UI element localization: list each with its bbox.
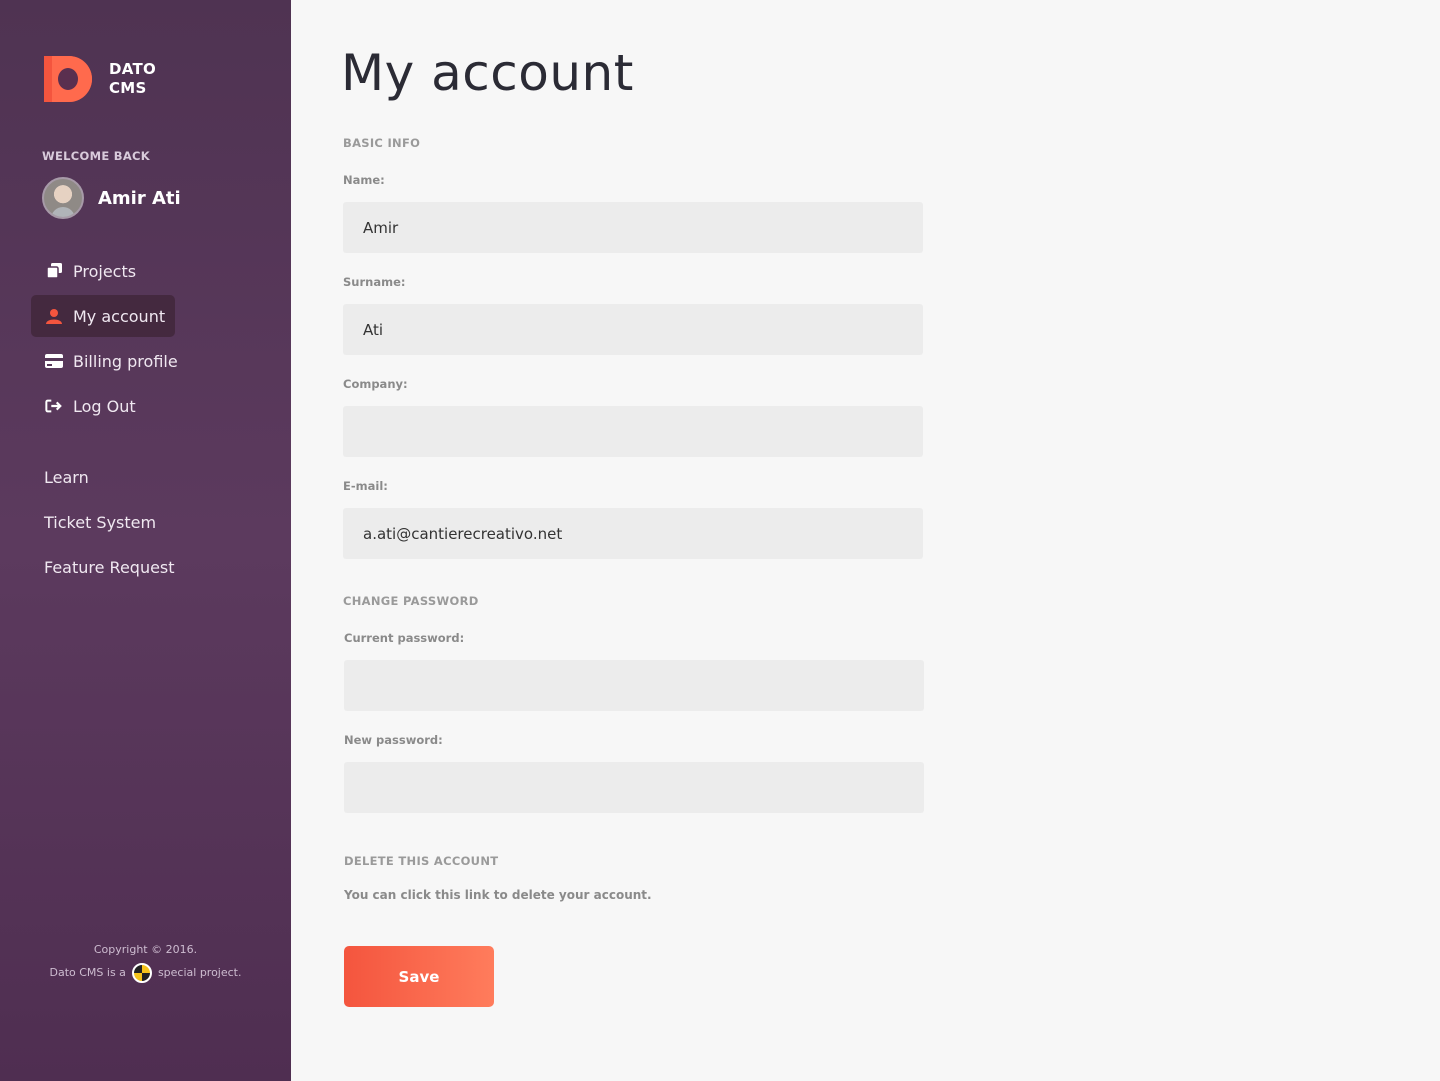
credit-card-icon — [45, 352, 63, 370]
nav-item-projects[interactable]: Projects — [31, 250, 175, 292]
page-title: My account — [341, 44, 634, 102]
link-feature-request[interactable]: Feature Request — [44, 555, 175, 600]
brand-line-2: CMS — [109, 79, 147, 97]
welcome-label: WELCOME BACK — [42, 149, 151, 163]
name-field[interactable] — [343, 202, 923, 253]
nav-item-log-out[interactable]: Log Out — [31, 385, 175, 427]
copyright-text: Copyright © 2016. — [93, 943, 198, 956]
user-icon — [45, 307, 63, 325]
section-delete-account: DELETE THIS ACCOUNT — [344, 854, 499, 868]
current-password-field[interactable] — [344, 660, 924, 711]
sidebar-nav: Projects My account Billing profile Log … — [31, 250, 231, 430]
name-label: Name: — [343, 173, 385, 187]
save-button[interactable]: Save — [344, 946, 494, 1007]
link-learn[interactable]: Learn — [44, 465, 175, 510]
new-password-label: New password: — [344, 733, 443, 747]
nav-item-billing-profile[interactable]: Billing profile — [31, 340, 178, 382]
cantiere-creativo-logo-icon[interactable] — [131, 963, 152, 983]
footer-text-post: special project. — [157, 966, 242, 979]
section-change-password: CHANGE PASSWORD — [343, 594, 479, 608]
logo[interactable]: DATO CMS — [44, 56, 156, 102]
brand-name: DATO CMS — [109, 60, 156, 98]
nav-item-label: My account — [73, 306, 166, 326]
surname-label: Surname: — [343, 275, 406, 289]
sidebar: DATO CMS WELCOME BACK Amir Ati Projects … — [0, 0, 291, 1081]
special-project-line: Dato CMS is a special project. — [0, 961, 291, 984]
new-password-field[interactable] — [344, 762, 924, 813]
surname-field[interactable] — [343, 304, 923, 355]
sidebar-footer: Copyright © 2016. Dato CMS is a special p… — [0, 938, 291, 984]
nav-item-my-account[interactable]: My account — [31, 295, 175, 337]
nav-item-label: Log Out — [73, 396, 136, 416]
link-ticket-system[interactable]: Ticket System — [44, 510, 175, 555]
user-name: Amir Ati — [98, 187, 181, 209]
user-profile: Amir Ati — [42, 177, 181, 219]
section-basic-info: BASIC INFO — [343, 136, 421, 150]
delete-account-link[interactable]: You can click this link to delete your a… — [344, 888, 652, 902]
nav-item-label: Billing profile — [73, 351, 178, 371]
dato-logo-icon — [44, 56, 94, 102]
footer-text-pre: Dato CMS is a — [49, 966, 126, 979]
main-content: My account BASIC INFO Name: Surname: Com… — [291, 0, 1440, 1081]
email-label: E-mail: — [343, 479, 388, 493]
avatar — [42, 177, 84, 219]
sidebar-links: Learn Ticket System Feature Request — [44, 465, 175, 600]
nav-item-label: Projects — [73, 261, 137, 281]
brand-line-1: DATO — [109, 60, 157, 78]
company-label: Company: — [343, 377, 408, 391]
email-field[interactable] — [343, 508, 923, 559]
projects-icon — [45, 262, 63, 280]
logout-icon — [45, 397, 63, 415]
company-field[interactable] — [343, 406, 923, 457]
current-password-label: Current password: — [344, 631, 465, 645]
